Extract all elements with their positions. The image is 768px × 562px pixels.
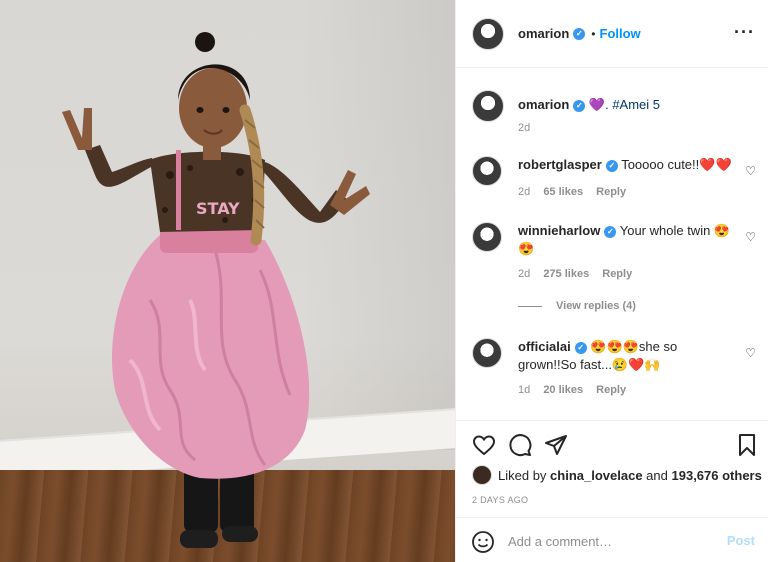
comment-text: Tooooo cute!!❤️❤️ bbox=[621, 157, 732, 172]
add-comment-bar: Post bbox=[456, 517, 768, 562]
comments-list[interactable]: omarion ✓ 💜. #Amei 5 2d robertglasper ✓ To… bbox=[456, 68, 768, 420]
commenter-avatar[interactable] bbox=[472, 156, 502, 186]
list-item: robertglasper ✓ Tooooo cute!!❤️❤️ 2d 65 l… bbox=[472, 156, 762, 206]
verified-badge-icon: ✓ bbox=[573, 27, 586, 40]
comment-time[interactable]: 2d bbox=[518, 268, 530, 280]
verified-badge-icon: ✓ bbox=[604, 225, 617, 238]
list-item: officialai ✓ 😍😍😍she so grown!!So fast...😢… bbox=[472, 338, 762, 404]
reply-button[interactable]: Reply bbox=[596, 186, 626, 198]
post-comment-button[interactable]: Post bbox=[727, 533, 755, 548]
verified-badge-icon: ✓ bbox=[605, 159, 618, 172]
comment-input[interactable] bbox=[508, 530, 708, 552]
instagram-post-modal: STAY omarion ✓ • Follow ··· omarion ✓ 💜.… bbox=[0, 0, 768, 562]
commenter-username[interactable]: officialai bbox=[518, 339, 571, 354]
reply-button[interactable]: Reply bbox=[596, 384, 626, 396]
share-paper-plane-icon[interactable] bbox=[544, 433, 568, 457]
emoji-smiley-icon[interactable] bbox=[471, 530, 495, 554]
comment-body: officialai ✓ 😍😍😍she so grown!!So fast...😢… bbox=[518, 338, 738, 374]
liker-username[interactable]: china_lovelace bbox=[550, 468, 643, 483]
comment-time[interactable]: 2d bbox=[518, 186, 530, 198]
likes-summary[interactable]: Liked by china_lovelace and 193,676 othe… bbox=[472, 465, 762, 485]
liked-by-and: and bbox=[646, 467, 668, 483]
likes-count[interactable]: 193,676 others bbox=[672, 468, 762, 483]
caption-meta: 2d bbox=[518, 122, 540, 134]
liked-by-prefix: Liked by bbox=[498, 467, 547, 483]
view-replies-button[interactable]: View replies (4) bbox=[518, 300, 636, 312]
follow-button[interactable]: Follow bbox=[600, 26, 641, 41]
more-options-icon[interactable]: ··· bbox=[734, 22, 755, 43]
girl-illustration: STAY bbox=[62, 32, 370, 548]
author-avatar[interactable] bbox=[472, 17, 504, 50]
post-header: omarion ✓ • Follow ··· bbox=[456, 0, 768, 68]
caption-time[interactable]: 2d bbox=[518, 122, 530, 134]
replies-divider bbox=[518, 305, 542, 307]
comment-likes[interactable]: 65 likes bbox=[543, 186, 583, 198]
post-timestamp[interactable]: 2 DAYS AGO bbox=[472, 495, 528, 505]
verified-badge-icon: ✓ bbox=[574, 341, 587, 354]
comment-meta: 2d 65 likes Reply bbox=[518, 186, 636, 198]
commenter-username[interactable]: robertglasper bbox=[518, 157, 602, 172]
comment-meta: 1d 20 likes Reply bbox=[518, 384, 636, 396]
reply-button[interactable]: Reply bbox=[602, 268, 632, 280]
like-comment-heart-icon[interactable]: ♡ bbox=[745, 230, 756, 244]
post-sidebar: omarion ✓ • Follow ··· omarion ✓ 💜. #Amei… bbox=[455, 0, 768, 562]
dot-separator: • bbox=[591, 26, 596, 41]
comment-body: winnieharlow ✓ Your whole twin 😍😍 bbox=[518, 222, 738, 258]
commenter-avatar[interactable] bbox=[472, 222, 502, 252]
commenter-avatar[interactable] bbox=[472, 338, 502, 368]
comment-likes[interactable]: 20 likes bbox=[543, 384, 583, 396]
verified-badge-icon: ✓ bbox=[573, 99, 586, 112]
comment-likes[interactable]: 275 likes bbox=[543, 268, 589, 280]
like-comment-heart-icon[interactable]: ♡ bbox=[745, 164, 756, 178]
caption: omarion ✓ 💜. #Amei 5 2d bbox=[472, 90, 762, 140]
caption-username[interactable]: omarion bbox=[518, 97, 569, 112]
comment-time[interactable]: 1d bbox=[518, 384, 530, 396]
list-item: winnieharlow ✓ Your whole twin 😍😍 2d 275 … bbox=[472, 222, 762, 288]
caption-text: 💜. #Amei 5 bbox=[588, 97, 661, 112]
post-actions: Liked by china_lovelace and 193,676 othe… bbox=[456, 420, 768, 562]
caption-avatar[interactable] bbox=[472, 90, 504, 122]
liker-avatar[interactable] bbox=[472, 465, 492, 485]
like-comment-heart-icon[interactable]: ♡ bbox=[745, 346, 756, 360]
view-replies-label: View replies (4) bbox=[556, 300, 636, 312]
author-username[interactable]: omarion bbox=[518, 26, 569, 41]
save-bookmark-icon[interactable] bbox=[735, 433, 759, 457]
comment-body: robertglasper ✓ Tooooo cute!!❤️❤️ bbox=[518, 156, 738, 174]
like-heart-icon[interactable] bbox=[472, 433, 496, 457]
comment-bubble-icon[interactable] bbox=[508, 433, 532, 457]
post-photo[interactable]: STAY bbox=[0, 0, 455, 562]
shirt-text: STAY bbox=[196, 199, 240, 218]
comment-meta: 2d 275 likes Reply bbox=[518, 268, 642, 280]
commenter-username[interactable]: winnieharlow bbox=[518, 223, 600, 238]
caption-body: omarion ✓ 💜. #Amei 5 bbox=[518, 96, 738, 114]
